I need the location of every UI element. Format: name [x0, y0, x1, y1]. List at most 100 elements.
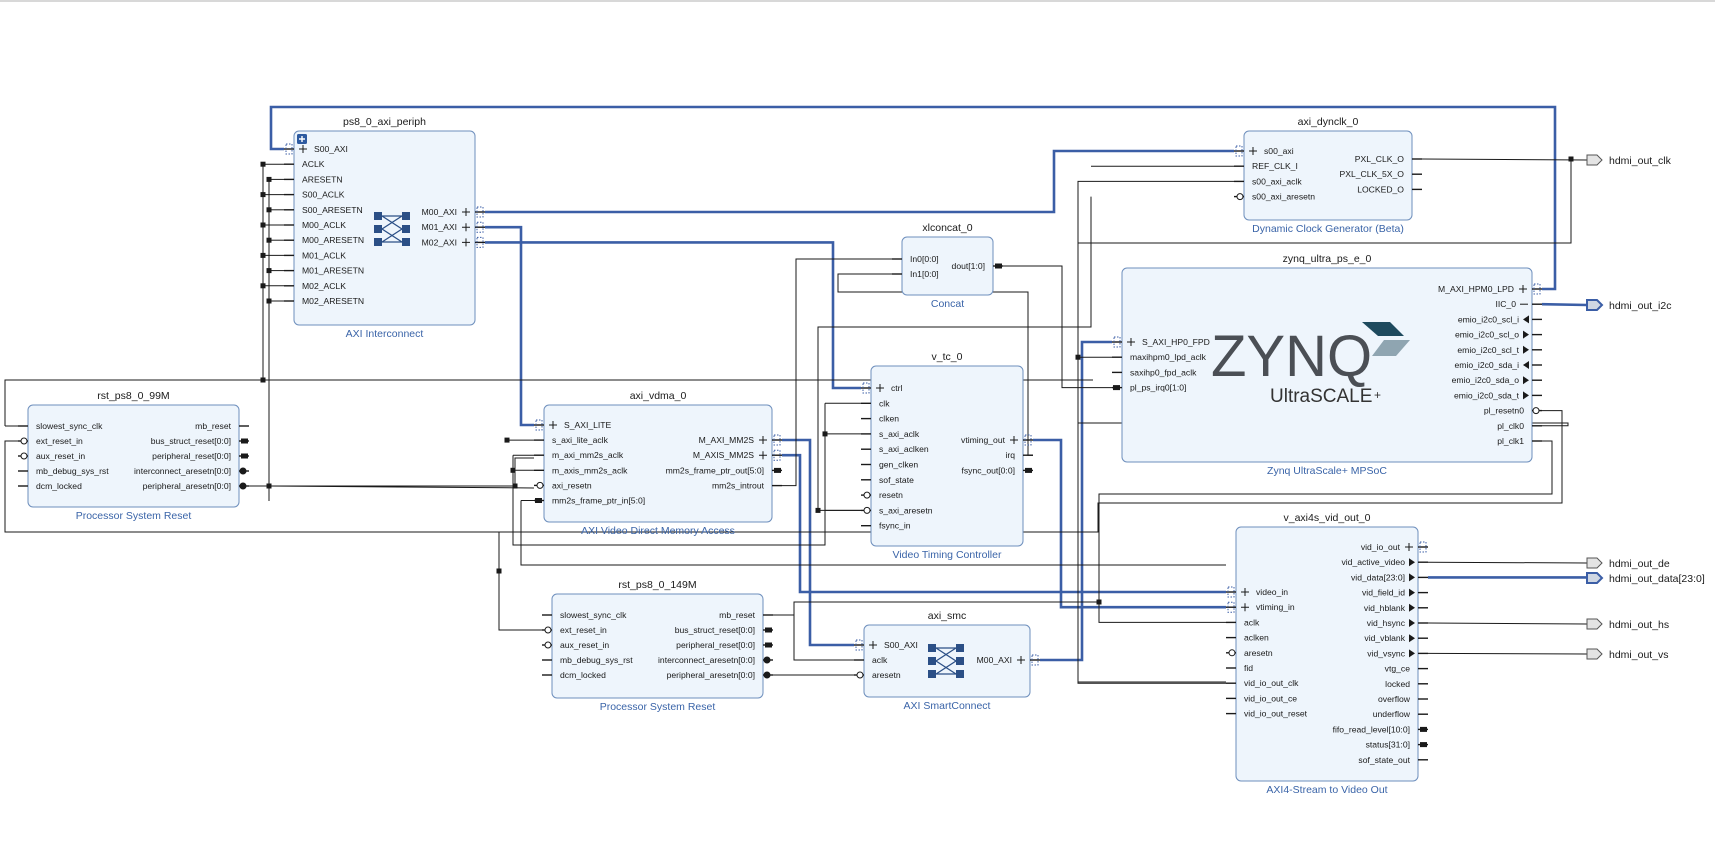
pin-v_tc_0-fsync_in[interactable]: fsync_in: [861, 521, 911, 531]
active-low-icon: [20, 452, 28, 460]
pin-label: status[31:0]: [1366, 740, 1410, 750]
output-port-icon[interactable]: [1586, 648, 1603, 660]
collapse-hierarchy-icon[interactable]: [297, 134, 307, 144]
pin-axi_dynclk_0-s00_axi[interactable]: s00_axi: [1234, 145, 1294, 157]
pin-label: sof_state_out: [1358, 755, 1410, 765]
active-low-icon: [856, 671, 864, 679]
output-port-icon[interactable]: [1586, 154, 1603, 166]
bus-net[interactable]: [485, 241, 861, 390]
pin-v_tc_0-s_axi_aclk[interactable]: s_axi_aclk: [861, 429, 920, 439]
pin-axi_vdma_0-axi_resetn[interactable]: axi_resetn: [534, 480, 592, 490]
pin-v_axi4s_vid_out_0-overflow[interactable]: overflow: [1378, 694, 1428, 704]
pin-v_axi4s_vid_out_0-video_in[interactable]: video_in: [1226, 586, 1288, 598]
pin-v_axi4s_vid_out_0-aresetn[interactable]: aresetn: [1226, 648, 1273, 658]
pin-label: interconnect_aresetn[0:0]: [658, 655, 755, 665]
signal-net[interactable]: [1427, 622, 1588, 625]
pin-v_axi4s_vid_out_0-underflow[interactable]: underflow: [1373, 709, 1428, 719]
pin-label: vid_io_out_ce: [1244, 693, 1297, 703]
active-low-icon: [863, 491, 871, 499]
pin-label: ext_reset_in: [560, 625, 607, 635]
block-zynq_ultra_ps_e_0[interactable]: zynq_ultra_ps_e_0 Zynq UltraScale+ MPSoC S…: [1112, 253, 1542, 477]
pin-axi_smc-aresetn[interactable]: aresetn: [854, 670, 901, 680]
block-axi_dynclk_0[interactable]: axi_dynclk_0 Dynamic Clock Generator (Bet…: [1234, 116, 1422, 235]
signal-net[interactable]: [793, 602, 854, 661]
bus-net[interactable]: [1040, 340, 1112, 662]
block-body[interactable]: [870, 365, 1024, 547]
pin-v_tc_0-clken[interactable]: clken: [861, 414, 899, 424]
block-instance-name: axi_vdma_0: [630, 390, 687, 402]
signal-net[interactable]: [269, 457, 534, 487]
signal-net[interactable]: [1427, 561, 1588, 564]
pin-label: M02_AXI: [422, 237, 457, 247]
block-xlconcat_0[interactable]: xlconcat_0 Concat In0[0:0] In1[0:0] dout[1:0…: [892, 222, 1003, 310]
pin-v_axi4s_vid_out_0-vtg_ce[interactable]: vtg_ce: [1385, 664, 1428, 674]
pin-zynq_ultra_ps_e_0-pl_clk0[interactable]: pl_clk0: [1497, 421, 1542, 431]
block-axi_vdma_0[interactable]: axi_vdma_0 AXI Video Direct Memory Access…: [534, 390, 782, 537]
block-v_axi4s_vid_out_0[interactable]: v_axi4s_vid_out_0 AXI4-Stream to Video Ou…: [1226, 512, 1428, 796]
pin-rst_ps8_0_149M-mb_reset[interactable]: mb_reset: [719, 610, 773, 620]
pin-v_axi4s_vid_out_0-vid_vsync[interactable]: vid_vsync: [1367, 648, 1428, 658]
output-port-icon[interactable]: [1586, 618, 1603, 630]
pin-v_axi4s_vid_out_0-vid_hsync[interactable]: vid_hsync: [1367, 618, 1428, 628]
pin-zynq_ultra_ps_e_0-emio_i2c0_sda_i[interactable]: emio_i2c0_sda_i: [1455, 360, 1543, 370]
output-port-icon[interactable]: [1586, 572, 1604, 584]
signal-net[interactable]: [1427, 652, 1588, 655]
pin-label: axi_resetn: [552, 480, 592, 490]
pin-zynq_ultra_ps_e_0-pl_clk1[interactable]: pl_clk1: [1497, 436, 1542, 446]
pin-xlconcat_0-In0[0:0][interactable]: In0[0:0]: [892, 254, 939, 264]
pin-xlconcat_0-dout[1:0][interactable]: dout[1:0]: [952, 261, 1003, 271]
pin-rst_ps8_0_99M-mb_reset[interactable]: mb_reset: [195, 421, 249, 431]
pin-label: dout[1:0]: [952, 261, 985, 271]
pin-ps8_0_axi_periph-S00_ACLK[interactable]: S00_ACLK: [284, 190, 345, 200]
pin-ps8_0_axi_periph-ACLK[interactable]: ACLK: [284, 159, 325, 169]
pin-label: In1[0:0]: [910, 269, 939, 279]
external-port-hdmi_out_data[interactable]: hdmi_out_data[23:0]: [1586, 572, 1705, 585]
external-port-hdmi_out_de[interactable]: hdmi_out_de: [1586, 557, 1670, 570]
output-port-icon[interactable]: [1586, 557, 1603, 569]
block-instance-name: v_axi4s_vid_out_0: [1284, 512, 1371, 524]
pin-v_axi4s_vid_out_0-status[31:0][interactable]: status[31:0]: [1366, 740, 1428, 750]
pin-label: mb_reset: [719, 610, 755, 620]
bus-net[interactable]: [485, 225, 534, 427]
block-rst_ps8_0_99M[interactable]: rst_ps8_0_99M Processor System Reset slowe…: [18, 390, 249, 522]
pin-xlconcat_0-In1[0:0][interactable]: In1[0:0]: [892, 269, 939, 279]
output-port-icon[interactable]: [1586, 299, 1604, 311]
external-port-label: hdmi_out_i2c: [1609, 300, 1671, 312]
pin-label: M02_ARESETN: [302, 296, 364, 306]
pin-label: M02_ACLK: [302, 281, 346, 291]
pin-label: peripheral_aresetn[0:0]: [143, 481, 231, 491]
pin-ps8_0_axi_periph-ARESETN[interactable]: ARESETN: [284, 174, 343, 184]
external-port-hdmi_out_hs[interactable]: hdmi_out_hs: [1586, 618, 1669, 631]
pin-label: vid_vsync: [1367, 648, 1405, 658]
pin-ps8_0_axi_periph-M02_ACLK[interactable]: M02_ACLK: [284, 281, 346, 291]
block-rst_ps8_0_149M[interactable]: rst_ps8_0_149M Processor System Reset slow…: [542, 579, 773, 713]
block-axi_smc[interactable]: axi_smc AXI SmartConnect S00_AXIaclk areset…: [854, 610, 1040, 712]
pin-label: clk: [879, 398, 890, 408]
pin-label: emio_i2c0_sda_t: [1454, 390, 1520, 400]
pin-label: peripheral_reset[0:0]: [676, 640, 755, 650]
external-port-hdmi_out_vs[interactable]: hdmi_out_vs: [1586, 648, 1669, 661]
block-v_tc_0[interactable]: v_tc_0 Video Timing Controller ctrlclk clke…: [861, 351, 1033, 561]
pin-v_tc_0-gen_clken[interactable]: gen_clken: [861, 460, 918, 470]
external-port-hdmi_out_i2c[interactable]: hdmi_out_i2c: [1586, 299, 1671, 312]
external-port-hdmi_out_clk[interactable]: hdmi_out_clk: [1586, 154, 1672, 167]
pin-v_axi4s_vid_out_0-locked[interactable]: locked: [1385, 679, 1428, 689]
bus-net[interactable]: [1033, 438, 1226, 609]
pin-label: mm2s_introut: [712, 481, 765, 491]
pin-ps8_0_axi_periph-M00_ACLK[interactable]: M00_ACLK: [284, 220, 346, 230]
pin-ps8_0_axi_periph-M01_ACLK[interactable]: M01_ACLK: [284, 250, 346, 260]
blocks-layer: ps8_0_axi_periph AXI Interconnect S00_AXI A…: [18, 116, 1542, 796]
block-ps8_0_axi_periph[interactable]: ps8_0_axi_periph AXI Interconnect S00_AXI A…: [284, 116, 485, 340]
pin-zynq_ultra_ps_e_0-pl_resetn0[interactable]: pl_resetn0: [1484, 406, 1542, 416]
block-design-canvas[interactable]: ps8_0_axi_periph AXI Interconnect S00_AXI A…: [0, 0, 1715, 866]
pin-v_axi4s_vid_out_0-aclken[interactable]: aclken: [1226, 633, 1269, 643]
signal-net[interactable]: [1421, 158, 1588, 161]
block-instance-name: rst_ps8_0_99M: [97, 390, 169, 402]
pin-v_tc_0-sof_state[interactable]: sof_state: [861, 475, 914, 485]
pin-label: emio_i2c0_scl_t: [1457, 345, 1519, 355]
pin-label: mb_reset: [195, 421, 231, 431]
pin-v_tc_0-resetn[interactable]: resetn: [861, 490, 903, 500]
pin-label: aresetn: [872, 670, 901, 680]
pin-label: s00_axi_aclk: [1252, 176, 1302, 186]
bus-net[interactable]: [1541, 302, 1588, 307]
